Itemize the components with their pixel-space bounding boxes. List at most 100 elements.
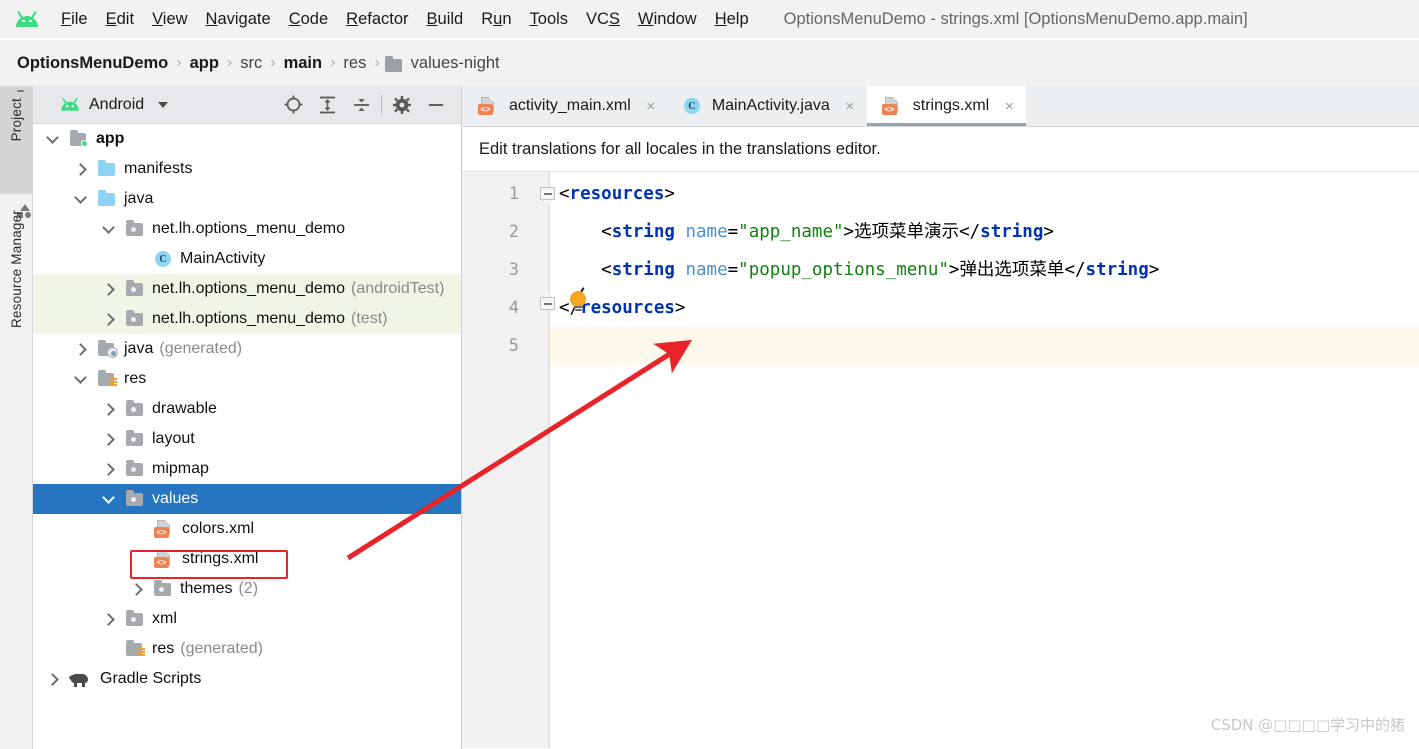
close-icon[interactable]: × [644,98,658,115]
chevron-right-icon[interactable] [75,164,86,175]
line-number: 5 [508,336,519,356]
chevron-right-icon[interactable] [103,464,114,475]
menu-item-code[interactable]: Code [280,8,337,31]
lightbulb-icon[interactable] [568,287,589,315]
menu-item-file[interactable]: File [52,8,97,31]
chevron-down-icon[interactable] [47,134,58,145]
editor-area: <> activity_main.xml × C MainActivity.java × <… [463,86,1419,749]
breadcrumb-item-app[interactable]: app [187,54,222,73]
android-logo-icon [60,97,81,113]
code-line: <string name="popup_options_menu">弹出选项菜单… [559,260,1159,280]
code-token-tag: string [1085,260,1149,280]
tree-node-mipmap[interactable]: mipmap [33,454,461,484]
module-folder-icon [69,130,89,147]
editor-tab-strings-xml[interactable]: <> strings.xml × [866,86,1027,126]
chevron-down-icon[interactable] [103,224,114,235]
tree-node-mainactivity[interactable]: C MainActivity [33,244,461,274]
code-token-br: > [948,260,960,280]
chevron-down-icon[interactable] [103,494,114,505]
breadcrumb-label: src [240,53,263,72]
tree-node-java[interactable]: java [33,184,461,214]
collapse-all-icon[interactable] [344,89,378,121]
breadcrumb-item-res[interactable]: res [340,54,369,73]
tree-node-app[interactable]: app [33,124,461,154]
tree-node-res[interactable]: res (generated) [33,634,461,664]
chevron-down-icon[interactable] [75,374,86,385]
tree-node-layout[interactable]: layout [33,424,461,454]
menu-item-refactor[interactable]: Refactor [337,8,417,31]
code-token-br [675,260,686,280]
chevron-right-icon[interactable] [75,344,86,355]
chevron-right-icon[interactable] [131,584,142,595]
tree-node-drawable[interactable]: drawable [33,394,461,424]
close-icon[interactable]: × [843,98,857,115]
menu-item-build[interactable]: Build [418,8,473,31]
select-opened-file-icon[interactable] [276,89,310,121]
chevron-right-icon[interactable] [103,314,114,325]
code-line: <resources> [559,185,675,204]
breadcrumb-item-optionsmenudemo[interactable]: OptionsMenuDemo [14,54,171,73]
project-tree[interactable]: app manifests java net.lh.options_menu_demo… [33,124,461,749]
tree-node-label: Gradle Scripts [100,670,202,687]
menu-item-navigate[interactable]: Navigate [197,8,280,31]
folder-package-icon [153,580,173,597]
tree-node-net-lh-options-menu-demo[interactable]: net.lh.options_menu_demo (test) [33,304,461,334]
menu-item-window[interactable]: Window [629,8,706,31]
tree-node-strings-xml[interactable]: <> strings.xml [33,544,461,574]
breadcrumb-separator: › [226,54,233,71]
project-panel-header: Android [33,86,461,124]
tree-node-net-lh-options-menu-demo[interactable]: net.lh.options_menu_demo [33,214,461,244]
android-logo-icon [14,10,40,30]
expand-all-icon[interactable] [310,89,344,121]
folder-icon [384,55,402,72]
chevron-down-icon[interactable] [75,194,86,205]
editor-tab-bar: <> activity_main.xml × C MainActivity.java × <… [463,86,1419,127]
code-fold-close-icon[interactable] [540,291,557,314]
xml-file-icon: <> [477,96,499,116]
tree-node-manifests[interactable]: manifests [33,154,461,184]
caret-line-highlight [463,327,1419,365]
chevron-right-icon[interactable] [103,404,114,415]
close-icon[interactable]: × [1002,98,1016,115]
menu-item-edit[interactable]: Edit [97,8,143,31]
tree-node-net-lh-options-menu-demo[interactable]: net.lh.options_menu_demo (androidTest) [33,274,461,304]
code-token-br: < [601,222,612,242]
editor-tab-activity-main-xml[interactable]: <> activity_main.xml × [463,86,668,126]
hide-panel-icon[interactable] [419,89,453,121]
breadcrumb-item-src[interactable]: src [237,54,265,73]
code-fold-open-icon[interactable] [540,187,557,206]
menu-item-vcs[interactable]: VCS [577,8,629,31]
tree-node-values[interactable]: values [33,484,461,514]
sidebar-item-resource-manager[interactable]: Resource Manager [0,198,33,388]
chevron-right-icon[interactable] [103,614,114,625]
tree-node-themes[interactable]: themes (2) [33,574,461,604]
code-token-tag: string [611,260,675,280]
sidebar-item-project[interactable]: Project [0,86,33,194]
tree-node-colors-xml[interactable]: <> colors.xml [33,514,461,544]
editor-tab-mainactivity-java[interactable]: C MainActivity.java × [667,86,867,126]
chevron-down-icon[interactable] [158,101,169,108]
tree-node-java[interactable]: java (generated) [33,334,461,364]
code-token-br: = [727,222,739,242]
tree-node-label: net.lh.options_menu_demo [152,310,346,327]
editor-gutter[interactable] [463,172,549,748]
menu-item-tools[interactable]: Tools [521,8,578,31]
code-token-tag: resources [580,298,675,318]
tree-node-gradle-scripts[interactable]: Gradle Scripts [33,664,461,694]
breadcrumb-label: values-night [410,53,500,72]
chevron-right-icon[interactable] [103,284,114,295]
tree-node-xml[interactable]: xml [33,604,461,634]
chevron-right-icon[interactable] [47,674,58,685]
breadcrumb-item-main[interactable]: main [281,54,326,73]
chevron-right-icon[interactable] [103,434,114,445]
code-editor[interactable]: 12345 <resources> <string name="app_name… [463,172,1419,748]
menu-item-run[interactable]: Run [472,8,520,31]
tree-node-label: app [96,130,125,147]
code-token-val: "app_name" [738,222,844,242]
menu-item-help[interactable]: Help [706,8,758,31]
tree-node-res[interactable]: res [33,364,461,394]
settings-gear-icon[interactable] [385,89,419,121]
menu-item-view[interactable]: View [143,8,196,31]
breadcrumb-item-values-night[interactable]: values-night [384,53,503,73]
